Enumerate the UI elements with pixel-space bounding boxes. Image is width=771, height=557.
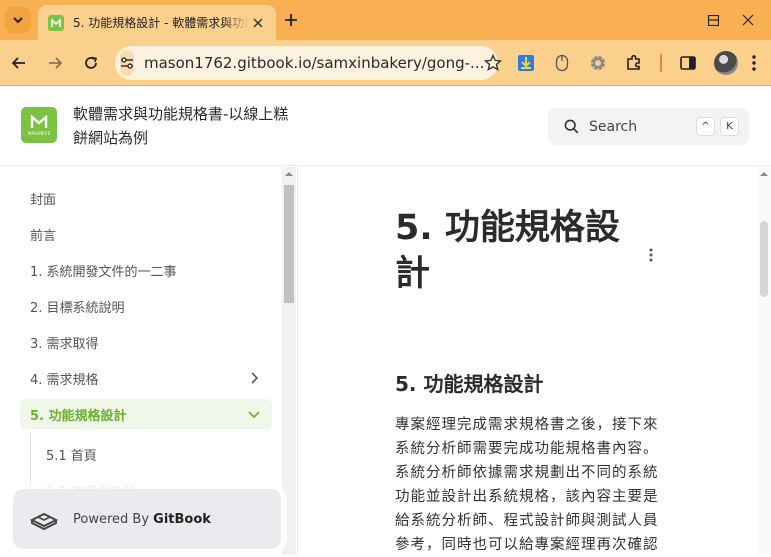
chevron-down-icon <box>13 17 23 24</box>
sidebar-subitem-5-1[interactable]: 5.1 首頁 <box>46 445 97 464</box>
page-scroll-thumb[interactable] <box>760 221 768 297</box>
gear-icon <box>590 55 606 71</box>
sidebar-item-chapter-1[interactable]: 1. 系統開發文件的一二事 <box>20 255 272 285</box>
profile-avatar[interactable] <box>714 51 738 75</box>
site-title[interactable]: 軟體需求與功能規格書-以線上糕餅網站為例 <box>73 102 293 150</box>
side-panel-icon <box>680 56 696 70</box>
favicon-icon <box>48 14 64 31</box>
browser-menu-button[interactable] <box>743 52 765 74</box>
address-bar[interactable]: mason1762.gitbook.io/samxinbakery/gong-.… <box>115 46 503 80</box>
site-header: MASONITE 軟體需求與功能規格書-以線上糕餅網站為例 Search ^ K <box>0 86 771 166</box>
scroll-up-arrow-icon[interactable] <box>760 170 768 178</box>
back-button[interactable] <box>5 49 33 77</box>
side-panel-button[interactable] <box>677 52 699 74</box>
sidebar-item-preface[interactable]: 前言 <box>20 219 272 249</box>
sidebar-item-label: 前言 <box>30 228 57 244</box>
section-heading: 5. 功能規格設計 <box>395 372 544 396</box>
tab-search-button[interactable] <box>5 7 31 33</box>
extensions-button[interactable] <box>623 52 645 74</box>
arrow-left-icon <box>11 57 25 69</box>
sidebar-item-label: 2. 目標系統說明 <box>30 300 125 316</box>
sidebar-divider <box>297 167 298 555</box>
page: MASONITE 軟體需求與功能規格書-以線上糕餅網站為例 Search ^ K… <box>0 86 771 555</box>
sidebar-item-label: 3. 需求取得 <box>30 336 99 352</box>
close-window-button[interactable] <box>725 0 771 40</box>
active-tab[interactable]: 5. 功能規格設計 - 軟體需求與功能規格書-以線上糕餅網站為例 <box>38 5 276 40</box>
sidebar-item-label: 4. 需求規格 <box>30 372 99 388</box>
tab-close-button[interactable] <box>250 15 266 31</box>
scroll-up-arrow-icon[interactable] <box>285 170 293 178</box>
subnav-guide-line <box>30 433 31 493</box>
sidebar-item-chapter-2[interactable]: 2. 目標系統說明 <box>20 291 272 321</box>
download-extension-button[interactable] <box>515 52 537 74</box>
sidebar-item-cover[interactable]: 封面 <box>20 183 272 213</box>
download-icon <box>518 55 534 71</box>
search-label: Search <box>589 118 638 135</box>
chevron-down-icon[interactable] <box>246 406 262 422</box>
forward-button[interactable] <box>41 49 69 77</box>
sidebar-item-chapter-5[interactable]: 5. 功能規格設計 <box>20 399 272 429</box>
site-logo[interactable]: MASONITE <box>21 107 57 143</box>
page-scrollbar[interactable] <box>757 167 771 555</box>
plus-icon <box>285 14 297 26</box>
close-icon <box>742 14 754 26</box>
powered-by-gitbook[interactable]: Powered By GitBook <box>13 489 281 549</box>
sidebar-item-chapter-4[interactable]: 4. 需求規格 <box>20 363 272 393</box>
browser-toolbar: mason1762.gitbook.io/samxinbakery/gong-.… <box>0 40 771 86</box>
sidebar-item-label: 5. 功能規格設計 <box>30 408 127 424</box>
page-actions-icon[interactable] <box>647 247 655 263</box>
sidebar-item-label: 封面 <box>30 192 57 208</box>
tab-title: 5. 功能規格設計 - 軟體需求與功能規格書-以線上糕餅網站為例 <box>73 16 249 30</box>
logo-text: MASONITE <box>27 130 51 136</box>
chevron-right-icon[interactable] <box>246 370 262 386</box>
close-icon <box>253 18 263 27</box>
shortcut-key-ctrl: ^ <box>696 117 715 136</box>
arrow-right-icon <box>49 57 63 69</box>
maximize-icon <box>707 14 719 26</box>
new-tab-button[interactable] <box>278 7 304 33</box>
sidebar: 封面 前言 1. 系統開發文件的一二事 2. 目標系統說明 3. 需求取得 4.… <box>0 167 297 555</box>
powered-by-label: Powered By GitBook <box>73 512 211 527</box>
sidebar-scrollbar[interactable] <box>282 167 296 555</box>
gitbook-icon <box>29 512 59 531</box>
url-text: mason1762.gitbook.io/samxinbakery/gong-.… <box>144 54 485 72</box>
mouse-extension-button[interactable] <box>551 52 573 74</box>
more-vertical-icon <box>752 55 756 71</box>
bookmark-button[interactable] <box>484 52 503 74</box>
tab-bar: 5. 功能規格設計 - 軟體需求與功能規格書-以線上糕餅網站為例 <box>0 0 771 40</box>
powered-by-brand: GitBook <box>153 511 211 527</box>
star-icon <box>484 54 503 72</box>
logo-icon <box>30 114 48 128</box>
reload-button[interactable] <box>77 49 105 77</box>
sidebar-item-chapter-3[interactable]: 3. 需求取得 <box>20 327 272 357</box>
reload-icon <box>85 56 97 69</box>
search-icon <box>564 119 579 134</box>
powered-by-prefix: Powered By <box>73 511 154 527</box>
toolbar-separator <box>660 54 662 72</box>
tune-icon <box>121 57 133 69</box>
mouse-icon <box>555 54 569 72</box>
sidebar-item-label: 1. 系統開發文件的一二事 <box>30 264 177 280</box>
body-paragraph: 專案經理完成需求規格書之後，接下來系統分析師需要完成功能規格書內容。系統分析師依… <box>395 417 659 553</box>
sidebar-scroll-thumb[interactable] <box>284 185 294 303</box>
shortcut-key-k: K <box>720 117 739 136</box>
puzzle-icon <box>627 54 640 70</box>
search-button[interactable]: Search ^ K <box>548 108 749 145</box>
site-info-button[interactable] <box>120 50 134 76</box>
page-title: 5. 功能規格設計 <box>395 208 620 294</box>
gear-extension-button[interactable] <box>587 52 609 74</box>
